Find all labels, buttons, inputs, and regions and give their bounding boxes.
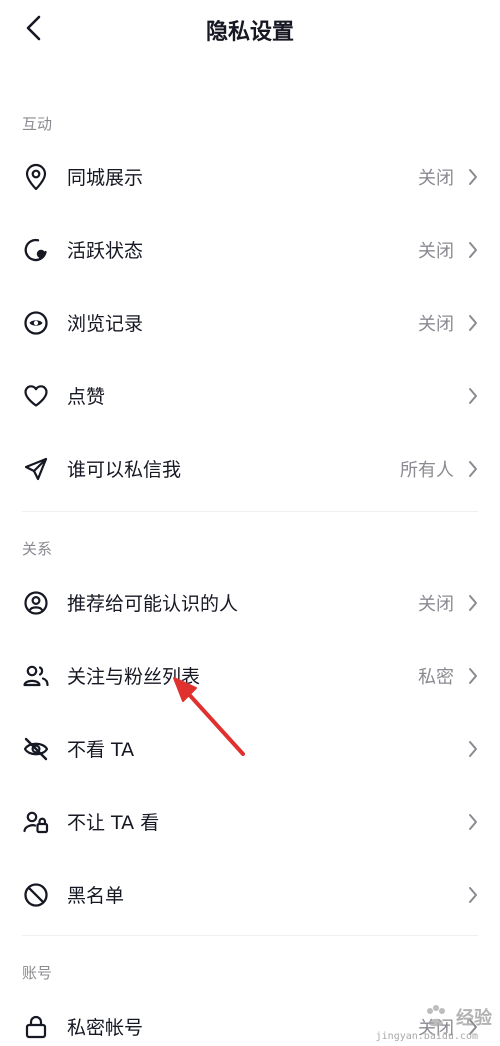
row-value: 所有人 <box>400 459 454 481</box>
row-hide-from-ta[interactable]: 不让 TA 看 <box>0 785 500 858</box>
section-label-interact: 互动 <box>22 115 53 133</box>
watermark-logo: 经验 <box>422 1002 492 1032</box>
chevron-right-icon <box>466 168 480 186</box>
chevron-right-icon <box>466 460 480 478</box>
section-label-account: 账号 <box>22 964 53 982</box>
header: 隐私设置 <box>0 0 500 60</box>
row-label: 活跃状态 <box>67 240 144 262</box>
watermark-url: jingyan.baidu.com <box>375 1031 478 1042</box>
chevron-right-icon <box>466 594 480 612</box>
eye-icon <box>22 309 50 337</box>
row-who-can-message[interactable]: 谁可以私信我 所有人 <box>0 432 500 505</box>
block-icon <box>22 881 50 909</box>
section-label <box>0 60 500 86</box>
row-recommend-to-acquaintances[interactable]: 推荐给可能认识的人 关闭 <box>0 566 500 639</box>
row-following-followers-list[interactable]: 关注与粉丝列表 私密 <box>0 639 500 712</box>
lock-icon <box>22 1013 50 1041</box>
row-dont-see-ta[interactable]: 不看 TA <box>0 712 500 785</box>
row-label: 谁可以私信我 <box>67 459 182 481</box>
chevron-right-icon <box>466 740 480 758</box>
row-value: 关闭 <box>418 240 454 262</box>
privacy-settings-screen: 隐私设置 互动 同城展示 关闭 活跃状态 关闭 浏览记录 关闭 点赞 谁可以私信… <box>0 0 500 1046</box>
row-likes[interactable]: 点赞 <box>0 359 500 432</box>
activity-status-icon <box>22 236 50 264</box>
section-label-relation: 关系 <box>22 540 53 558</box>
chevron-right-icon <box>466 886 480 904</box>
section-relation-group: 关系 推荐给可能认识的人 关闭 关注与粉丝列表 私密 不看 TA 不让 TA 看… <box>0 512 500 931</box>
chevron-right-icon <box>466 387 480 405</box>
row-label: 不看 TA <box>67 739 135 761</box>
send-icon <box>22 455 50 483</box>
row-label: 私密帐号 <box>67 1017 144 1039</box>
user-lock-icon <box>22 808 50 836</box>
heart-icon <box>22 382 50 410</box>
row-label: 推荐给可能认识的人 <box>67 593 239 615</box>
page-title: 隐私设置 <box>205 20 294 45</box>
watermark-text: 经验 <box>456 1008 492 1029</box>
chevron-right-icon <box>466 667 480 685</box>
location-pin-icon <box>22 163 50 191</box>
section-interact-group: 互动 同城展示 关闭 活跃状态 关闭 浏览记录 关闭 点赞 谁可以私信我 所有人 <box>0 86 500 505</box>
users-icon <box>22 662 50 690</box>
row-value: 关闭 <box>418 593 454 615</box>
row-label: 点赞 <box>67 386 106 408</box>
row-label: 关注与粉丝列表 <box>67 666 201 688</box>
row-label: 黑名单 <box>67 885 125 907</box>
section-interact <box>0 60 500 86</box>
row-blacklist[interactable]: 黑名单 <box>0 858 500 931</box>
chevron-right-icon <box>466 241 480 259</box>
paw-icon <box>427 1005 445 1027</box>
user-circle-icon <box>22 589 50 617</box>
row-activity-status[interactable]: 活跃状态 关闭 <box>0 213 500 286</box>
row-value: 私密 <box>418 666 454 688</box>
row-browsing-history[interactable]: 浏览记录 关闭 <box>0 286 500 359</box>
eye-off-icon <box>22 735 50 763</box>
row-value: 关闭 <box>418 167 454 189</box>
row-value: 关闭 <box>418 313 454 335</box>
row-same-city-display[interactable]: 同城展示 关闭 <box>0 140 500 213</box>
row-label: 不让 TA 看 <box>67 812 160 834</box>
chevron-right-icon <box>466 314 480 332</box>
chevron-right-icon <box>466 813 480 831</box>
row-label: 浏览记录 <box>67 313 144 335</box>
row-label: 同城展示 <box>67 167 144 189</box>
